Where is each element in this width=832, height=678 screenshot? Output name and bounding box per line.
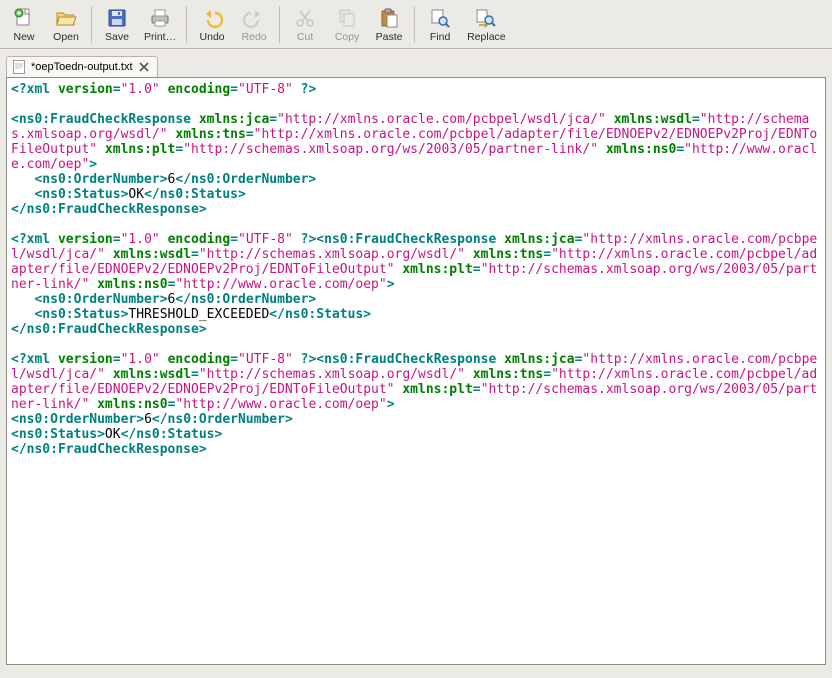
save-floppy-icon	[105, 6, 129, 30]
print-label: Print…	[144, 31, 176, 43]
replace-label: Replace	[467, 31, 506, 43]
copy-icon	[335, 6, 359, 30]
separator	[186, 6, 187, 43]
find-button[interactable]: Find	[420, 3, 460, 46]
toolbar: New Open Save Print… Undo Redo	[0, 0, 832, 49]
print-button[interactable]: Print…	[139, 3, 181, 46]
clipboard-icon	[377, 6, 401, 30]
tab-bar: *oepToedn-output.txt	[0, 49, 832, 77]
paste-button[interactable]: Paste	[369, 3, 409, 46]
printer-icon	[148, 6, 172, 30]
copy-button[interactable]: Copy	[327, 3, 367, 46]
new-file-icon	[12, 6, 36, 30]
undo-button[interactable]: Undo	[192, 3, 232, 46]
replace-button[interactable]: Replace	[462, 3, 511, 46]
cut-label: Cut	[297, 31, 313, 43]
undo-label: Undo	[200, 31, 225, 43]
new-label: New	[13, 31, 34, 43]
redo-button[interactable]: Redo	[234, 3, 274, 46]
copy-label: Copy	[335, 31, 360, 43]
tab-title: *oepToedn-output.txt	[31, 61, 133, 73]
find-icon	[428, 6, 452, 30]
save-button[interactable]: Save	[97, 3, 137, 46]
editor-pane: <?xml version="1.0" encoding="UTF-8" ?> …	[6, 77, 826, 665]
open-label: Open	[53, 31, 79, 43]
redo-label: Redo	[242, 31, 267, 43]
redo-icon	[242, 6, 266, 30]
document-tab[interactable]: *oepToedn-output.txt	[6, 56, 158, 77]
new-button[interactable]: New	[4, 3, 44, 46]
save-label: Save	[105, 31, 129, 43]
open-button[interactable]: Open	[46, 3, 86, 46]
separator	[279, 6, 280, 43]
paste-label: Paste	[376, 31, 403, 43]
replace-icon	[474, 6, 498, 30]
separator	[414, 6, 415, 43]
scissors-icon	[293, 6, 317, 30]
cut-button[interactable]: Cut	[285, 3, 325, 46]
find-label: Find	[430, 31, 450, 43]
undo-icon	[200, 6, 224, 30]
text-editor[interactable]: <?xml version="1.0" encoding="UTF-8" ?> …	[7, 78, 825, 664]
open-folder-icon	[54, 6, 78, 30]
separator	[91, 6, 92, 43]
text-file-icon	[13, 60, 25, 74]
close-tab-icon[interactable]	[139, 62, 149, 72]
